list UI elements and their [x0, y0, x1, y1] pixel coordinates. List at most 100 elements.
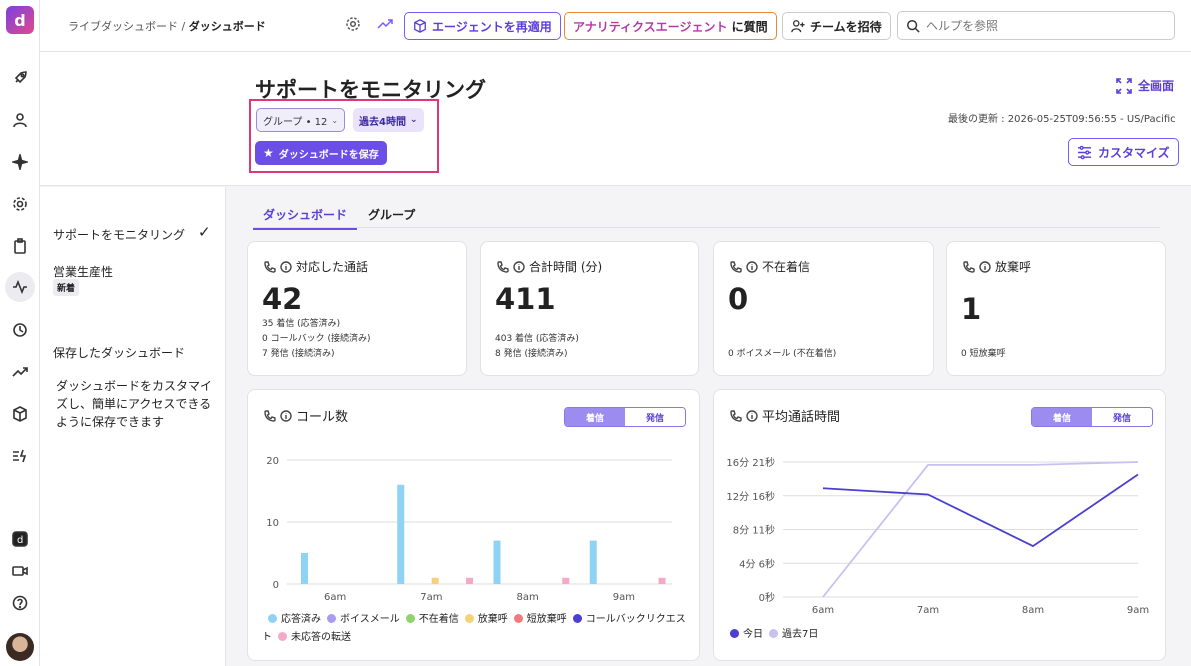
- toggle-outbound[interactable]: 発信: [1092, 408, 1152, 426]
- info-icon[interactable]: [513, 260, 525, 273]
- trend-icon[interactable]: [377, 16, 395, 34]
- avg-duration-chart: 0秒 4分 6秒 8分 11秒 12分 16秒 16分 21秒 6am 7am 8am 9am: [726, 456, 1149, 616]
- legend-label: 応答済み: [281, 614, 321, 625]
- y-tick-label: 10: [266, 518, 279, 529]
- legend-label: 放棄呼: [477, 614, 508, 625]
- group-filter-label: グループ • 12: [263, 116, 328, 128]
- avatar[interactable]: [6, 633, 34, 661]
- group-filter[interactable]: グループ • 12 ⌄: [256, 108, 346, 132]
- stat-breakdown: 403 着信 (応答済み) 8 発信 (接続済み): [495, 332, 579, 362]
- x-tick-label: 6am: [324, 592, 346, 603]
- card-title-label: 対応した通話: [296, 260, 369, 274]
- gear-icon[interactable]: [345, 16, 363, 34]
- breadcrumb-parent[interactable]: ライブダッシュボード: [68, 20, 178, 33]
- dashboard-sidenav: サポートをモニタリング ✓ 営業生産性 新着 保存したダッシュボード ダッシュボ…: [40, 187, 226, 666]
- bar: [589, 540, 597, 584]
- legend-label: 未応答の転送: [291, 632, 351, 643]
- legend-dot: [572, 614, 582, 623]
- history-icon[interactable]: [8, 318, 32, 342]
- sidenav-item-sales[interactable]: 営業生産性: [53, 263, 113, 280]
- bar: [562, 577, 570, 584]
- tab-dashboard[interactable]: ダッシュボード: [253, 206, 358, 230]
- saved-dashboards-heading: 保存したダッシュボード: [53, 346, 186, 360]
- phone-icon: [264, 409, 276, 422]
- info-icon[interactable]: [979, 260, 991, 273]
- legend-item[interactable]: 過去7日: [763, 629, 818, 640]
- info-icon[interactable]: [746, 409, 758, 422]
- stat-breakdown: 0 ボイスメール (不在着信): [728, 347, 836, 362]
- stat-value: 1: [961, 292, 982, 326]
- y-tick-label: 20: [266, 456, 279, 467]
- avg-duration-legend: 今日 過去7日: [724, 626, 1024, 644]
- bar: [493, 540, 501, 584]
- phone-icon: [730, 260, 742, 273]
- info-icon[interactable]: [280, 409, 292, 422]
- rocket-icon[interactable]: [8, 66, 32, 90]
- time-range-filter[interactable]: 過去4時間 ⌄: [353, 108, 424, 132]
- help-search[interactable]: [897, 11, 1175, 40]
- expand-icon: [1116, 77, 1132, 94]
- clipboard-icon[interactable]: [8, 234, 32, 258]
- stat-card-missed[interactable]: 不在着信 0 0 ボイスメール (不在着信): [713, 241, 934, 376]
- trending-icon[interactable]: [8, 360, 32, 384]
- flash-list-icon[interactable]: [8, 444, 32, 468]
- app-logo[interactable]: d: [6, 6, 34, 34]
- brand-icon[interactable]: d: [8, 527, 32, 551]
- legend-dot: [405, 614, 415, 623]
- x-tick-label: 9am: [613, 592, 635, 603]
- legend-label: 今日: [743, 629, 763, 640]
- legend-item[interactable]: 未応答の転送: [272, 632, 351, 643]
- chevron-down-icon: ⌄: [409, 115, 418, 125]
- legend-item[interactable]: 放棄呼: [459, 614, 508, 625]
- y-tick-label: 0: [273, 580, 279, 591]
- user-icon[interactable]: [8, 108, 32, 132]
- sparkle-icon[interactable]: [8, 150, 32, 174]
- search-icon: [907, 19, 920, 33]
- legend-item[interactable]: 今日: [724, 629, 763, 640]
- legend-item[interactable]: 短放棄呼: [508, 614, 567, 625]
- legend-label: 短放棄呼: [526, 614, 567, 625]
- y-tick-label: 12分 16秒: [726, 490, 775, 503]
- stat-line: 403 着信 (応答済み): [495, 334, 579, 344]
- tab-group[interactable]: グループ: [358, 206, 425, 228]
- fullscreen-button[interactable]: 全画面: [1116, 77, 1174, 94]
- info-icon[interactable]: [280, 260, 292, 273]
- bar: [397, 484, 405, 584]
- stat-line: 0 短放棄呼: [961, 349, 1006, 359]
- stat-card-total-time[interactable]: 合計時間 (分) 411 403 着信 (応答済み) 8 発信 (接続済み): [480, 241, 699, 376]
- legend-label: 不在着信: [418, 614, 459, 625]
- customize-button[interactable]: カスタマイズ: [1068, 138, 1179, 166]
- stat-line: 8 発信 (接続済み): [495, 349, 568, 359]
- help-search-input[interactable]: [926, 18, 1156, 33]
- sidenav-item-label: サポートをモニタリング: [53, 228, 186, 242]
- invite-team-button[interactable]: チームを招待: [782, 12, 891, 40]
- help-icon[interactable]: [8, 591, 32, 615]
- card-title: 合計時間 (分): [497, 258, 602, 275]
- cube-icon[interactable]: [8, 402, 32, 426]
- legend-item[interactable]: 不在着信: [400, 614, 459, 625]
- bar: [431, 577, 439, 584]
- reapply-agent-button[interactable]: エージェントを再適用: [404, 12, 561, 40]
- series-line: [822, 473, 1139, 548]
- ask-agent-button[interactable]: アナリティクスエージェント に質問: [564, 12, 777, 40]
- video-icon[interactable]: [8, 559, 32, 583]
- stat-breakdown: 0 短放棄呼: [961, 347, 1006, 362]
- stat-card-abandoned[interactable]: 放棄呼 1 0 短放棄呼: [946, 241, 1166, 376]
- x-tick-label: 7am: [420, 592, 442, 603]
- saved-dashboards-description: ダッシュボードをカスタマイズし、簡単にアクセスできるように保存できます: [56, 379, 213, 429]
- toggle-outbound[interactable]: 発信: [625, 408, 685, 426]
- activity-icon[interactable]: [5, 272, 35, 302]
- star-icon: ★: [263, 146, 274, 160]
- breadcrumb-separator: /: [178, 20, 189, 33]
- legend-dot: [278, 632, 287, 641]
- toggle-inbound[interactable]: 着信: [1032, 408, 1092, 426]
- legend-item[interactable]: 応答済み: [262, 614, 321, 625]
- x-tick-label: 9am: [1127, 605, 1149, 616]
- toggle-inbound[interactable]: 着信: [565, 408, 625, 426]
- settings-icon[interactable]: [8, 192, 32, 216]
- save-dashboard-button[interactable]: ★ ダッシュボードを保存: [255, 141, 387, 165]
- sidenav-item-support[interactable]: サポートをモニタリング: [53, 226, 185, 243]
- stat-card-handled[interactable]: 対応した通話 42 35 着信 (応答済み) 0 コールバック (接続済み) 7…: [247, 241, 467, 376]
- info-icon[interactable]: [746, 260, 758, 273]
- legend-item[interactable]: ボイスメール: [321, 614, 400, 625]
